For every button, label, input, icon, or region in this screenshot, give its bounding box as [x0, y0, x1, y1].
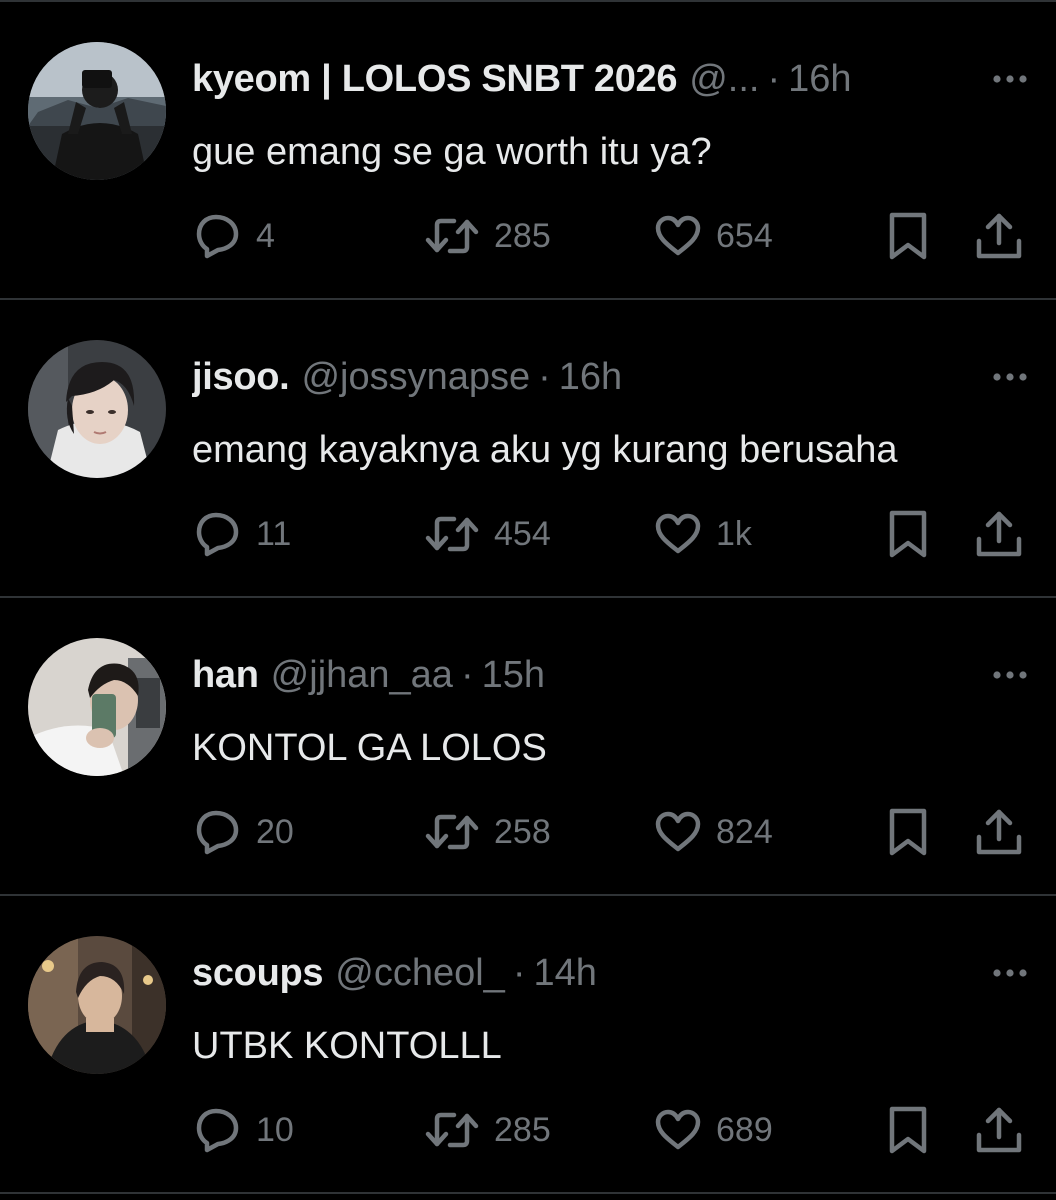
user-handle[interactable]: @ccheol_ — [335, 952, 505, 994]
retweet-icon — [425, 218, 479, 254]
reply-button[interactable]: 20 — [194, 804, 294, 860]
display-name[interactable]: han — [192, 654, 259, 696]
like-button[interactable]: 1k — [654, 506, 752, 562]
reply-button[interactable]: 11 — [194, 506, 291, 562]
timestamp[interactable]: 16h — [559, 356, 622, 398]
retweet-icon — [425, 814, 479, 850]
tweet-text: KONTOL GA LOLOS — [192, 727, 547, 769]
bookmark-button[interactable] — [886, 208, 930, 264]
profile-photo-icon — [28, 42, 166, 180]
timestamp[interactable]: 16h — [788, 58, 851, 100]
share-icon — [976, 809, 1022, 855]
action-bar: 4 285 654 — [0, 208, 1056, 264]
profile-photo-icon — [28, 638, 166, 776]
reply-button[interactable]: 10 — [194, 1102, 294, 1158]
like-button[interactable]: 824 — [654, 804, 773, 860]
share-button[interactable] — [974, 1102, 1024, 1158]
retweet-count: 285 — [494, 1110, 551, 1149]
reply-icon — [196, 512, 239, 557]
tweet-header: scoups @ccheol_ · 14h — [192, 948, 972, 998]
tweet-text: emang kayaknya aku yg kurang berusaha — [192, 429, 898, 471]
bookmark-button[interactable] — [886, 804, 930, 860]
display-name[interactable]: kyeom | LOLOS SNBT 2026 — [192, 58, 678, 100]
reply-icon — [196, 810, 239, 855]
reply-count: 4 — [256, 216, 275, 255]
like-count: 654 — [716, 216, 773, 255]
retweet-icon — [425, 1112, 479, 1148]
retweet-count: 454 — [494, 514, 551, 553]
reply-count: 20 — [256, 812, 294, 851]
avatar[interactable] — [28, 42, 166, 180]
retweet-button[interactable]: 258 — [424, 804, 551, 860]
timeline: kyeom | LOLOS SNBT 2026 @... · 16h gue eman… — [0, 0, 1056, 1200]
bookmark-icon — [889, 212, 927, 260]
tweet-text: gue emang se ga worth itu ya? — [192, 131, 712, 173]
retweet-count: 258 — [494, 812, 551, 851]
tweet-header: kyeom | LOLOS SNBT 2026 @... · 16h — [192, 54, 972, 104]
display-name[interactable]: scoups — [192, 952, 324, 994]
avatar[interactable] — [28, 936, 166, 1074]
tweet-header: han @jjhan_aa · 15h — [192, 650, 972, 700]
retweet-count: 285 — [494, 216, 551, 255]
retweet-button[interactable]: 285 — [424, 208, 551, 264]
like-button[interactable]: 654 — [654, 208, 773, 264]
avatar[interactable] — [28, 638, 166, 776]
retweet-icon — [425, 516, 479, 552]
like-icon — [655, 811, 701, 852]
like-count: 689 — [716, 1110, 773, 1149]
tweet-text: UTBK KONTOLLL — [192, 1025, 502, 1067]
bookmark-button[interactable] — [886, 1102, 930, 1158]
like-icon — [655, 215, 701, 256]
reply-count: 10 — [256, 1110, 294, 1149]
user-handle[interactable]: @jossynapse — [301, 356, 530, 398]
tweet[interactable]: han @jjhan_aa · 15h KONTOL GA LOLOS 20 258 … — [0, 598, 1056, 896]
action-bar: 11 454 1k — [0, 506, 1056, 562]
tweet[interactable]: jisoo. @jossynapse · 16h emang kayaknya aku… — [0, 300, 1056, 598]
tweet[interactable]: kyeom | LOLOS SNBT 2026 @... · 16h gue eman… — [0, 2, 1056, 300]
share-icon — [976, 511, 1022, 557]
retweet-button[interactable]: 454 — [424, 506, 551, 562]
profile-photo-icon — [28, 340, 166, 478]
display-name[interactable]: jisoo. — [192, 356, 290, 398]
separator: · — [538, 356, 551, 398]
reply-button[interactable]: 4 — [194, 208, 275, 264]
reply-icon — [196, 1108, 239, 1153]
tweet[interactable]: scoups @ccheol_ · 14h UTBK KONTOLLL 10 285 … — [0, 896, 1056, 1194]
bookmark-button[interactable] — [886, 506, 930, 562]
more-icon[interactable] — [990, 64, 1030, 94]
share-icon — [976, 1107, 1022, 1153]
share-button[interactable] — [974, 208, 1024, 264]
bookmark-icon — [889, 808, 927, 856]
timestamp[interactable]: 15h — [482, 654, 545, 696]
share-icon — [976, 213, 1022, 259]
action-bar: 10 285 689 — [0, 1102, 1056, 1158]
user-handle[interactable]: @... — [689, 58, 759, 100]
separator: · — [767, 58, 781, 100]
profile-photo-icon — [28, 936, 166, 1074]
action-bar: 20 258 824 — [0, 804, 1056, 860]
separator: · — [460, 654, 474, 696]
more-icon[interactable] — [990, 958, 1030, 988]
like-count: 1k — [716, 514, 752, 553]
like-count: 824 — [716, 812, 773, 851]
avatar[interactable] — [28, 340, 166, 478]
retweet-button[interactable]: 285 — [424, 1102, 551, 1158]
user-handle[interactable]: @jjhan_aa — [271, 654, 453, 696]
tweet-header: jisoo. @jossynapse · 16h — [192, 352, 972, 402]
like-icon — [655, 1109, 701, 1150]
bookmark-icon — [889, 510, 927, 558]
bookmark-icon — [889, 1106, 927, 1154]
share-button[interactable] — [974, 804, 1024, 860]
more-icon[interactable] — [990, 660, 1030, 690]
separator: · — [512, 952, 526, 994]
reply-count: 11 — [256, 514, 292, 553]
reply-icon — [196, 214, 239, 259]
timestamp[interactable]: 14h — [533, 952, 596, 994]
share-button[interactable] — [974, 506, 1024, 562]
like-icon — [655, 513, 701, 554]
like-button[interactable]: 689 — [654, 1102, 773, 1158]
more-icon[interactable] — [990, 362, 1030, 392]
